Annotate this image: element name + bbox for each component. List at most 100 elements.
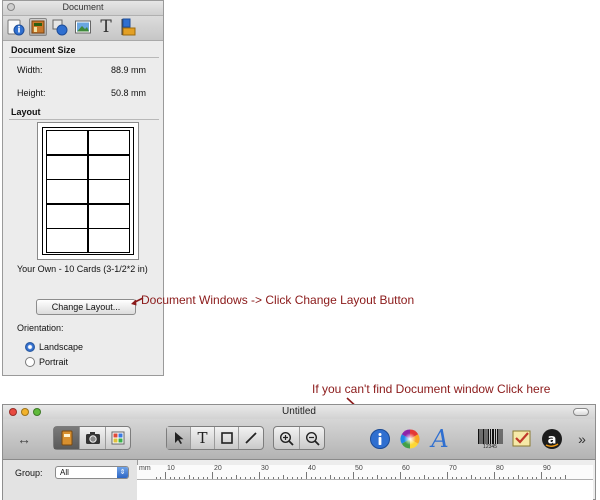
app-titlebar[interactable]: Untitled [3, 405, 595, 419]
portrait-radio-button[interactable] [25, 357, 35, 367]
ruler-tick [498, 477, 500, 479]
ruler-tick [282, 475, 284, 479]
labels-view-icon[interactable] [54, 427, 80, 449]
ruler-tick [381, 477, 383, 479]
ruler-tick [306, 472, 307, 479]
overflow-chevron-icon[interactable]: » [575, 428, 589, 450]
ruler-tick [343, 477, 345, 479]
resize-arrows-icon[interactable]: ↔ [13, 428, 35, 450]
ruler-tick-label: 30 [261, 465, 269, 472]
line-tool-icon[interactable] [239, 427, 263, 449]
account-icon[interactable]: a [541, 428, 563, 450]
height-label: Height: [17, 88, 46, 98]
ruler-tick [197, 477, 199, 479]
document-window-titlebar[interactable]: Document [3, 1, 163, 16]
landscape-radio[interactable]: Landscape [25, 341, 125, 353]
ruler-tick [310, 477, 312, 479]
ruler-tick [541, 472, 542, 479]
layout-card [46, 130, 88, 155]
ruler-tick [545, 477, 547, 479]
layout-icon[interactable] [29, 18, 47, 36]
ruler-tick [301, 477, 303, 479]
ruler-tick [550, 477, 552, 479]
layout-card [46, 203, 88, 229]
ruler-tick [207, 477, 209, 479]
rectangle-tool-icon[interactable] [215, 427, 239, 449]
ruler-tick [202, 477, 204, 479]
portrait-radio[interactable]: Portrait [25, 356, 125, 368]
zoom-in-icon[interactable] [274, 427, 300, 449]
ruler-tick [451, 477, 453, 479]
ruler-tick [489, 477, 491, 479]
ruler-tick [174, 477, 176, 479]
text-tool-icon[interactable]: T [191, 427, 215, 449]
image-icon[interactable] [74, 18, 92, 36]
ruler-tick-label: 90 [543, 465, 551, 472]
ruler-tick [235, 475, 237, 479]
ruler-tick [160, 477, 162, 479]
ruler-tick [376, 475, 378, 479]
ruler-tick [385, 477, 387, 479]
landscape-radio-label: Landscape [39, 342, 84, 352]
ruler-tick [338, 477, 340, 479]
ruler-tick [475, 477, 477, 479]
ruler-tick-label: 40 [308, 465, 316, 472]
color-wheel-icon[interactable] [399, 428, 421, 450]
ruler-tick [263, 477, 265, 479]
ruler-tick [559, 477, 561, 479]
ruler-tick [512, 477, 514, 479]
ruler-tick [432, 477, 434, 479]
text-icon[interactable]: T [97, 18, 115, 36]
ruler-tick [395, 477, 397, 479]
toolbar-toggle-button[interactable] [573, 408, 589, 416]
info-icon[interactable] [7, 18, 25, 36]
layout-card [88, 154, 130, 180]
ruler-tick [362, 477, 364, 479]
change-layout-button[interactable]: Change Layout... [36, 299, 136, 315]
find-document-annotation: If you can't find Document window Click … [312, 382, 551, 396]
info-inspector-icon[interactable] [369, 428, 391, 450]
chevron-updown-icon: ⇕ [117, 467, 128, 478]
layout-page [42, 127, 134, 255]
camera-icon[interactable] [80, 427, 106, 449]
ruler-tick [508, 477, 510, 479]
ruler-tick [273, 477, 275, 479]
align-icon[interactable] [120, 18, 138, 36]
ruler-tick [418, 477, 420, 479]
ruler-tick [320, 477, 322, 479]
ruler-tick [414, 477, 416, 479]
mail-merge-icon[interactable] [511, 428, 533, 450]
ruler-tick [212, 472, 213, 479]
landscape-radio-button[interactable] [25, 342, 35, 352]
ruler-tick [409, 477, 411, 479]
ruler-tick [428, 477, 430, 479]
fonts-icon[interactable]: A [429, 425, 451, 453]
barcode-icon[interactable]: 12345 [475, 428, 505, 450]
ruler-tick [555, 477, 557, 479]
ruler-tick [479, 477, 481, 479]
ruler-tick [526, 477, 528, 479]
ruler-tick-label: 60 [402, 465, 410, 472]
ruler-tick [216, 477, 218, 479]
ruler-tick [353, 472, 354, 479]
tools-segment: T [166, 426, 264, 450]
barcode-caption: 12345 [483, 443, 497, 450]
shapes-icon[interactable] [51, 18, 69, 36]
ruler-tick [193, 477, 195, 479]
app-window-title: Untitled [282, 406, 316, 417]
layout-card [88, 130, 130, 155]
canvas-area[interactable] [137, 480, 593, 500]
horizontal-ruler: mm 10 20 30 40 50 60 70 80 90 [137, 465, 593, 480]
layout-card [88, 179, 130, 204]
group-select[interactable]: All ⇕ [55, 466, 129, 479]
pointer-tool-icon[interactable] [167, 427, 191, 449]
ruler-tick-label: 10 [167, 465, 175, 472]
ruler-tick [494, 472, 495, 479]
ruler-tick-label: 20 [214, 465, 222, 472]
main-toolbar: ↔ T A 12345 a » [3, 419, 595, 460]
ruler-tick [447, 472, 448, 479]
ruler-tick [442, 477, 444, 479]
section-divider [9, 57, 159, 58]
zoom-out-icon[interactable] [300, 427, 324, 449]
colors-grid-icon[interactable] [106, 427, 130, 449]
